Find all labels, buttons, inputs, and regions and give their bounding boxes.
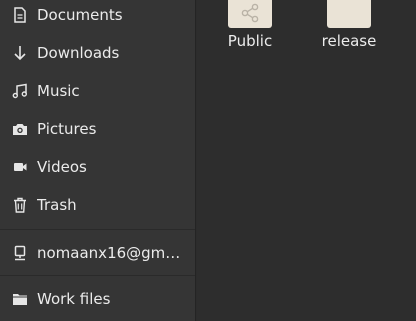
trash-icon (11, 196, 29, 214)
download-icon (11, 44, 29, 62)
folder-name: release (321, 32, 377, 50)
document-icon (11, 6, 29, 24)
folder-icon (327, 0, 371, 28)
sidebar-item-label: Documents (37, 6, 123, 24)
sidebar-item-label: Work files (37, 290, 111, 308)
sidebar-item-label: Music (37, 82, 80, 100)
sidebar-item-label: Trash (37, 196, 77, 214)
sidebar-item-label: Videos (37, 158, 87, 176)
sidebar-item-music[interactable]: Music (0, 73, 195, 109)
sidebar-separator (0, 229, 195, 230)
folder-icon (11, 290, 29, 308)
network-account-icon (11, 244, 29, 262)
sidebar-item-label: nomaanx16@gm… (37, 244, 181, 262)
folder-thumbnail (228, 0, 272, 28)
camera-icon (11, 120, 29, 138)
sidebar-item-work-files[interactable]: Work files (0, 281, 195, 317)
sidebar-item-pictures[interactable]: Pictures (0, 111, 195, 147)
sidebar-item-documents[interactable]: Documents (0, 0, 195, 33)
sidebar-item-label: Downloads (37, 44, 120, 62)
sidebar: Documents Downloads Music Pictures Video… (0, 0, 196, 321)
file-view: Public release (197, 0, 416, 321)
music-icon (11, 82, 29, 100)
sidebar-item-downloads[interactable]: Downloads (0, 35, 195, 71)
sidebar-item-network-account[interactable]: nomaanx16@gm… (0, 235, 195, 271)
share-icon (239, 2, 261, 24)
folder-name: Public (227, 32, 273, 50)
sidebar-separator (0, 275, 195, 276)
sidebar-item-label: Pictures (37, 120, 97, 138)
sidebar-item-trash[interactable]: Trash (0, 187, 195, 223)
video-icon (11, 158, 29, 176)
sidebar-item-videos[interactable]: Videos (0, 149, 195, 185)
